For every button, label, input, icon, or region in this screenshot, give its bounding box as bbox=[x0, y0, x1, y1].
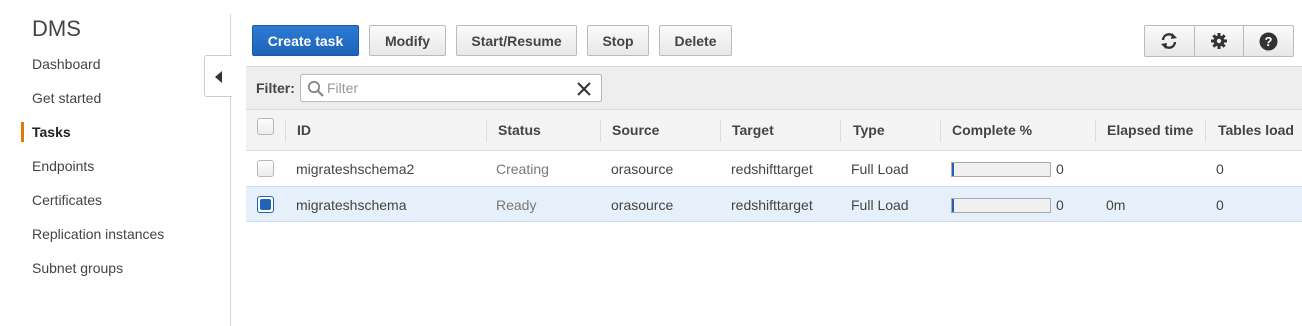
create-task-button[interactable]: Create task bbox=[252, 25, 359, 56]
cell-target: redshifttarget bbox=[731, 197, 813, 213]
progress-bar bbox=[951, 198, 1051, 213]
cell-type: Full Load bbox=[851, 197, 909, 213]
column-header-id[interactable]: ID bbox=[297, 122, 311, 138]
cell-target: redshifttarget bbox=[731, 161, 813, 177]
filter-label: Filter: bbox=[256, 80, 295, 96]
row-checkbox[interactable] bbox=[257, 160, 274, 177]
help-icon: ? bbox=[1259, 32, 1278, 50]
cell-status: Creating bbox=[496, 161, 549, 177]
sidebar-item-certificates[interactable]: Certificates bbox=[32, 192, 102, 208]
sidebar: DMS Dashboard Get started Tasks Endpoint… bbox=[0, 0, 231, 326]
filter-input[interactable] bbox=[327, 79, 567, 97]
sidebar-item-subnet-groups[interactable]: Subnet groups bbox=[32, 260, 123, 276]
column-header-target[interactable]: Target bbox=[732, 122, 774, 138]
start-resume-button[interactable]: Start/Resume bbox=[456, 25, 577, 56]
collapse-sidebar-button[interactable] bbox=[204, 55, 232, 97]
cell-complete: 0 bbox=[1056, 197, 1064, 213]
column-divider bbox=[720, 120, 721, 142]
cell-status: Ready bbox=[496, 197, 537, 213]
help-button[interactable]: ? bbox=[1243, 25, 1295, 57]
chevron-left-icon bbox=[215, 71, 222, 83]
cell-id: migrateshschema2 bbox=[296, 161, 415, 177]
sidebar-title: DMS bbox=[32, 16, 81, 41]
row-checkbox[interactable] bbox=[257, 196, 274, 213]
sidebar-item-dashboard[interactable]: Dashboard bbox=[32, 56, 101, 72]
column-header-status[interactable]: Status bbox=[498, 122, 541, 138]
column-divider bbox=[840, 120, 841, 142]
table-header: ID Status Source Target Type Complete % … bbox=[246, 109, 1302, 151]
column-header-source[interactable]: Source bbox=[612, 122, 659, 138]
filter-bar: Filter: bbox=[246, 66, 1302, 109]
cell-complete: 0 bbox=[1056, 161, 1064, 177]
gear-icon bbox=[1211, 33, 1227, 49]
sidebar-item-get-started[interactable]: Get started bbox=[32, 90, 101, 106]
column-header-elapsed[interactable]: Elapsed time bbox=[1107, 122, 1193, 138]
active-indicator bbox=[21, 122, 24, 142]
column-divider bbox=[1205, 120, 1206, 142]
column-divider bbox=[486, 120, 487, 142]
table-row[interactable]: migrateshschema2 Creating orasource reds… bbox=[246, 151, 1302, 187]
cell-id: migrateshschema bbox=[296, 197, 407, 213]
svg-text:?: ? bbox=[1265, 34, 1273, 49]
column-divider bbox=[600, 120, 601, 142]
sidebar-item-replication-instances[interactable]: Replication instances bbox=[32, 226, 164, 242]
close-icon[interactable] bbox=[575, 80, 593, 98]
column-divider bbox=[285, 120, 286, 142]
settings-button[interactable] bbox=[1193, 25, 1245, 57]
progress-fill bbox=[952, 199, 954, 212]
cell-source: orasource bbox=[611, 197, 674, 213]
cell-elapsed: 0m bbox=[1106, 197, 1126, 213]
toolbar-icon-group: ? bbox=[1144, 25, 1295, 57]
progress-fill bbox=[952, 163, 954, 176]
cell-type: Full Load bbox=[851, 161, 909, 177]
search-icon bbox=[307, 80, 324, 97]
column-header-type[interactable]: Type bbox=[853, 122, 885, 138]
column-header-complete[interactable]: Complete % bbox=[952, 122, 1032, 138]
filter-box bbox=[300, 74, 602, 102]
sidebar-item-tasks[interactable]: Tasks bbox=[32, 124, 71, 140]
sidebar-item-endpoints[interactable]: Endpoints bbox=[32, 158, 94, 174]
select-all-checkbox[interactable] bbox=[257, 118, 274, 135]
column-divider bbox=[1095, 120, 1096, 142]
cell-source: orasource bbox=[611, 161, 674, 177]
delete-button[interactable]: Delete bbox=[659, 25, 732, 56]
refresh-icon bbox=[1161, 33, 1178, 49]
cell-tables-loaded: 0 bbox=[1216, 197, 1224, 213]
refresh-button[interactable] bbox=[1144, 25, 1195, 57]
column-divider bbox=[940, 120, 941, 142]
modify-button[interactable]: Modify bbox=[369, 25, 446, 56]
stop-button[interactable]: Stop bbox=[587, 25, 649, 56]
table-row[interactable]: migrateshschema Ready orasource redshift… bbox=[246, 186, 1302, 222]
cell-tables-loaded: 0 bbox=[1216, 161, 1224, 177]
progress-bar bbox=[951, 162, 1051, 177]
column-header-tables-loaded[interactable]: Tables load bbox=[1218, 122, 1294, 138]
